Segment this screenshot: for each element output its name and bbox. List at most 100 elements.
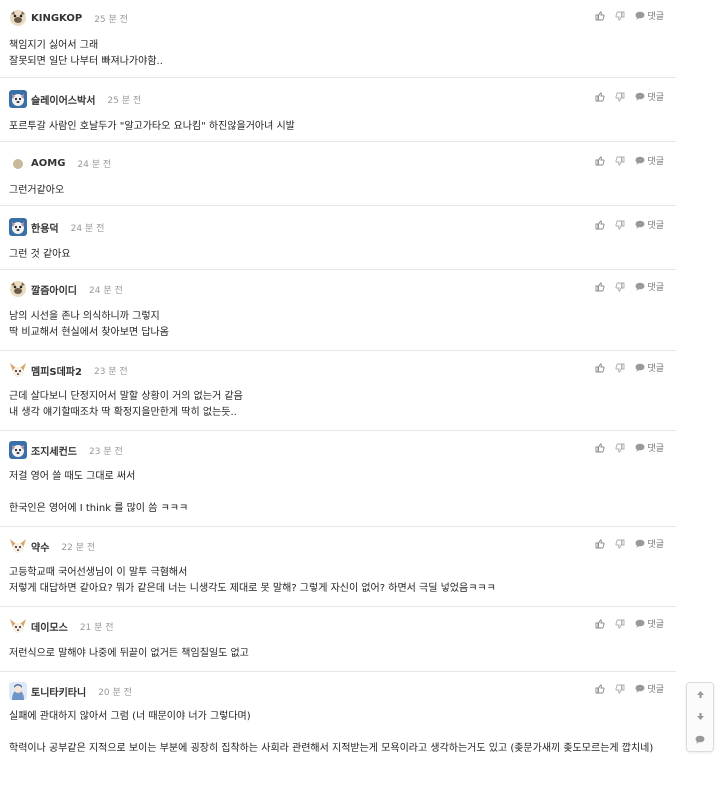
comment-meta: 데이모스 21 분 전 xyxy=(9,617,114,635)
comment-author[interactable]: 데이모스 xyxy=(31,619,68,634)
speech-bubble-icon xyxy=(635,443,645,452)
comment-meta: 조지세컨드 23 분 전 xyxy=(9,441,123,459)
reply-label: 댓글 xyxy=(647,364,664,374)
comment-line: 그런거같아오 xyxy=(9,185,65,196)
comment-item: KINGKOP 25 분 전 댓글 책임지기 싫어서 그래 잘못되면 일단 나부… xyxy=(0,0,676,78)
speech-bubble-icon xyxy=(635,92,645,101)
dislike-button[interactable] xyxy=(615,684,625,694)
dislike-button[interactable] xyxy=(615,156,625,166)
comment-author[interactable]: 조지세컨드 xyxy=(31,443,77,458)
floating-nav xyxy=(686,682,714,752)
thumbs-up-icon xyxy=(595,220,605,229)
like-button[interactable] xyxy=(595,363,605,373)
dislike-button[interactable] xyxy=(615,363,625,373)
comment-meta: 멤피S데파2 23 분 전 xyxy=(9,361,128,379)
comment-icon xyxy=(695,735,705,744)
comment-time: 23 분 전 xyxy=(89,446,123,457)
comment-author[interactable]: 깔즘아이디 xyxy=(31,282,77,297)
reply-button[interactable]: 댓글 xyxy=(635,9,664,22)
comment-time: 23 분 전 xyxy=(93,366,128,377)
comment-time: 25 분 전 xyxy=(94,14,128,25)
like-button[interactable] xyxy=(595,156,605,166)
thumbs-down-icon xyxy=(615,156,625,165)
comment-time: 24 분 전 xyxy=(77,159,112,170)
chihuahua-icon[interactable] xyxy=(9,361,27,379)
dog-icon[interactable] xyxy=(9,90,27,108)
comment-actions: 댓글 xyxy=(585,682,664,695)
reply-button[interactable]: 댓글 xyxy=(635,682,664,695)
comment-author[interactable]: 한용덕 xyxy=(31,220,59,235)
pug-icon[interactable] xyxy=(9,280,27,298)
comment-author[interactable]: 토니타키타니 xyxy=(31,684,86,699)
comment-line: 학력이나 공부같은 지적으로 보이는 부분에 굉장히 집착하는 사회라 관련해서… xyxy=(9,743,654,754)
pug-icon[interactable] xyxy=(9,9,27,27)
comment-line: 잘못되면 일단 나부터 빠져나가야함.. xyxy=(9,56,163,67)
chihuahua-icon[interactable] xyxy=(9,617,27,635)
anime-avatar-icon[interactable] xyxy=(9,682,27,700)
comment-author[interactable]: 멤피S데파2 xyxy=(31,363,82,378)
reply-label: 댓글 xyxy=(647,444,664,454)
comment-line: 내 생각 얘기할때조차 딱 확정지을만한게 딱히 없는듯.. xyxy=(9,407,237,418)
reply-label: 댓글 xyxy=(647,540,664,550)
like-button[interactable] xyxy=(595,92,605,102)
like-button[interactable] xyxy=(595,282,605,292)
speech-bubble-icon xyxy=(635,539,645,548)
reply-button[interactable]: 댓글 xyxy=(635,537,664,550)
comment-line xyxy=(9,725,656,741)
like-button[interactable] xyxy=(595,539,605,549)
comment-line: 그런 것 같아요 xyxy=(9,249,71,260)
comment-body: 근데 살다보니 단정지어서 말할 상황이 거의 없는거 같음 내 생각 얘기할때… xyxy=(9,389,656,421)
comment-body: 고등학교때 국어선생님이 이 말투 극혐해서 저렇게 대답하면 같아요? 뭐가 … xyxy=(9,565,656,597)
comment-author[interactable]: 슬레이어스박서 xyxy=(31,92,95,107)
comment-actions: 댓글 xyxy=(585,361,664,374)
dislike-button[interactable] xyxy=(615,92,625,102)
thumbs-up-icon xyxy=(595,11,605,20)
reply-button[interactable]: 댓글 xyxy=(635,154,664,167)
chihuahua-icon[interactable] xyxy=(9,537,27,555)
speech-bubble-icon xyxy=(635,11,645,20)
thumbs-up-icon xyxy=(595,619,605,628)
comment-body: 저런식으로 말해야 나중에 뒤끝이 없거든 책임질일도 없고 xyxy=(9,646,656,662)
comment-line: 실패에 관대하지 않아서 그럼 (너 때문이야 너가 그렇다며) xyxy=(9,711,251,722)
comment-meta: 토니타키타니 20 분 전 xyxy=(9,682,132,700)
thumbs-down-icon xyxy=(615,220,625,229)
reply-button[interactable]: 댓글 xyxy=(635,90,664,103)
reply-button[interactable]: 댓글 xyxy=(635,218,664,231)
reply-button[interactable]: 댓글 xyxy=(635,280,664,293)
comment-line: 저걸 영어 쓸 때도 그대로 써서 xyxy=(9,471,136,482)
comment-author[interactable]: 약수 xyxy=(31,539,49,554)
reply-button[interactable]: 댓글 xyxy=(635,361,664,374)
like-button[interactable] xyxy=(595,684,605,694)
comment-actions: 댓글 xyxy=(585,218,664,231)
thumbs-up-icon xyxy=(595,443,605,452)
dislike-button[interactable] xyxy=(615,220,625,230)
speech-bubble-icon xyxy=(635,363,645,372)
scroll-up-button[interactable] xyxy=(690,685,710,703)
comment-jump-button[interactable] xyxy=(690,731,710,749)
like-button[interactable] xyxy=(595,220,605,230)
reply-button[interactable]: 댓글 xyxy=(635,617,664,630)
comment-author[interactable]: KINGKOP xyxy=(31,13,82,24)
dog-icon[interactable] xyxy=(9,218,27,236)
comment-meta: AOMG 24 분 전 xyxy=(9,154,111,172)
comment-line xyxy=(9,485,656,501)
like-button[interactable] xyxy=(595,11,605,21)
like-button[interactable] xyxy=(595,619,605,629)
comment-item: 깔즘아이디 24 분 전 댓글 남의 시선을 존나 의식하니까 그렇지 딱 비교… xyxy=(0,270,676,351)
dog-icon[interactable] xyxy=(9,441,27,459)
scroll-down-button[interactable] xyxy=(690,708,710,726)
dislike-button[interactable] xyxy=(615,619,625,629)
dislike-button[interactable] xyxy=(615,11,625,21)
comment-actions: 댓글 xyxy=(585,154,664,167)
like-button[interactable] xyxy=(595,443,605,453)
comment-meta: 깔즘아이디 24 분 전 xyxy=(9,280,123,298)
reply-button[interactable]: 댓글 xyxy=(635,441,664,454)
comment-body: 실패에 관대하지 않아서 그럼 (너 때문이야 너가 그렇다며) 학력이나 공부… xyxy=(9,709,656,757)
reply-label: 댓글 xyxy=(647,157,664,167)
dislike-button[interactable] xyxy=(615,282,625,292)
dislike-button[interactable] xyxy=(615,443,625,453)
comment-author[interactable]: AOMG xyxy=(31,158,65,169)
circle-avatar-icon[interactable] xyxy=(9,154,27,172)
comment-line: 저렇게 대답하면 같아요? 뭐가 같은데 너는 니생각도 제대로 못 말해? 그… xyxy=(9,583,496,594)
dislike-button[interactable] xyxy=(615,539,625,549)
